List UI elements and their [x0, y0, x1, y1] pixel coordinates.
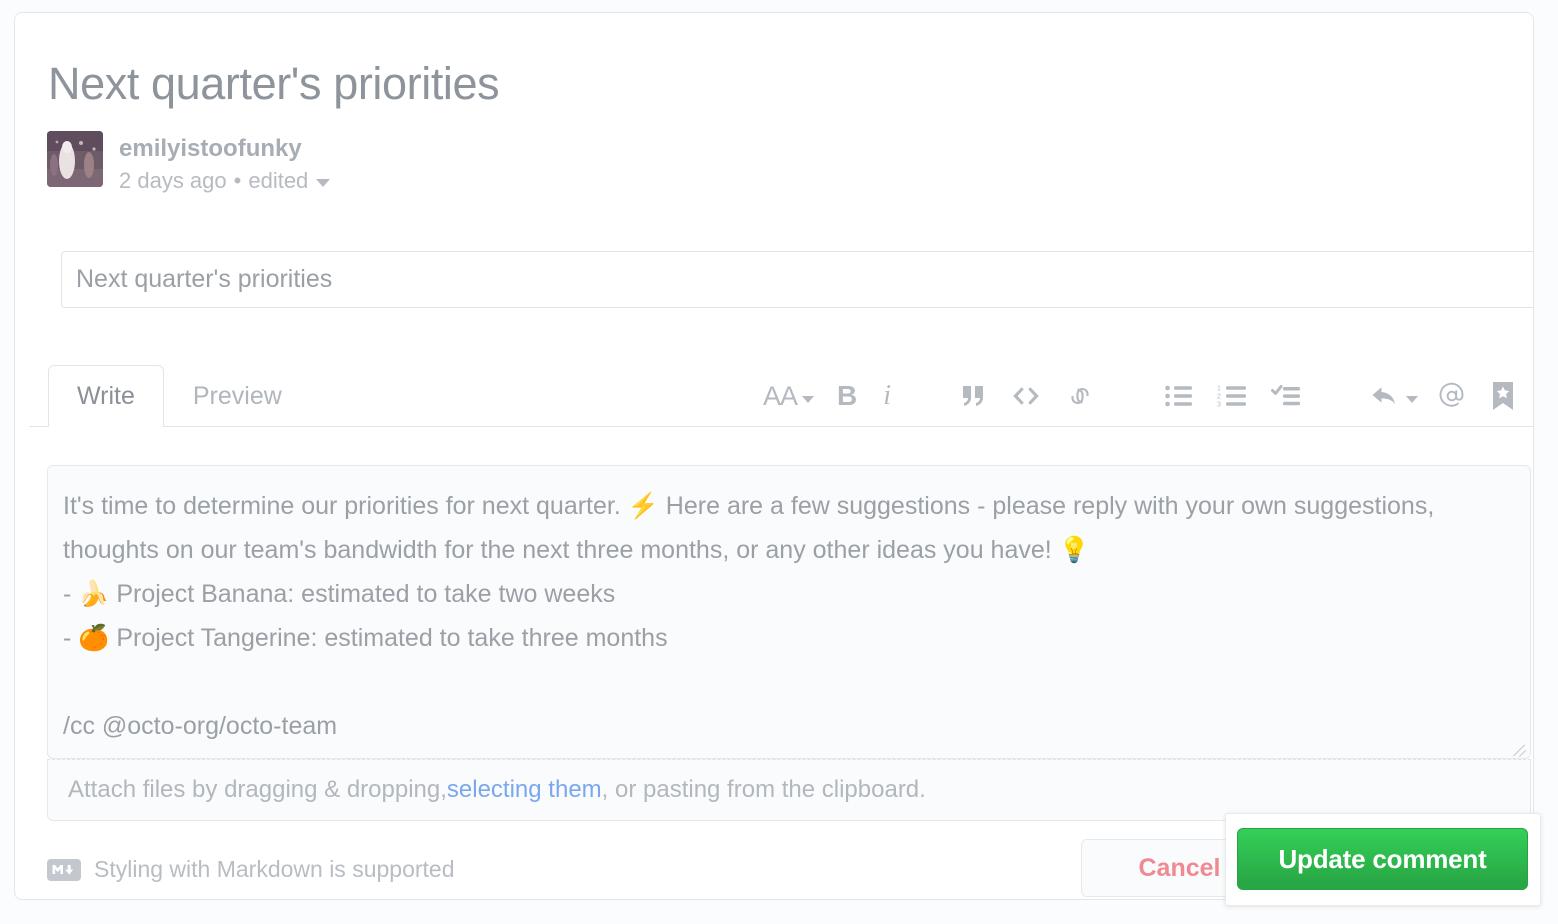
task-list-glyph — [1271, 385, 1300, 406]
italic-icon[interactable]: i — [871, 375, 903, 417]
markdown-note-text: Styling with Markdown is supported — [94, 856, 455, 882]
code-glyph — [1013, 387, 1039, 405]
markdown-glyph — [52, 865, 74, 875]
bold-icon[interactable]: B — [823, 375, 871, 417]
ordered-list-icon[interactable]: 1 2 3 — [1205, 375, 1259, 417]
chevron-down-icon — [801, 395, 814, 403]
editor-tabbar: Write Preview AA B i 1 2 3 — [29, 365, 1533, 428]
unordered-list-glyph — [1165, 385, 1192, 407]
toolbar-group-insert — [949, 375, 1107, 417]
comment-edit-card: Next quarter's priorities emilyistoofunk… — [14, 12, 1534, 900]
mention-icon[interactable] — [1425, 375, 1481, 417]
heading-icon-label: AA — [762, 380, 798, 411]
page-root: Next quarter's priorities emilyistoofunk… — [0, 0, 1558, 924]
comment-body-text: It's time to determine our priorities fo… — [63, 492, 1435, 740]
update-comment-button[interactable]: Update comment — [1237, 828, 1528, 890]
svg-text:1: 1 — [1217, 386, 1221, 393]
markdown-supported-note[interactable]: Styling with Markdown is supported — [47, 856, 455, 883]
heading-icon[interactable]: AA — [754, 375, 823, 417]
tab-write-label: Write — [77, 382, 135, 410]
reply-icon[interactable] — [1359, 375, 1425, 417]
comment-timestamp-row: 2 days ago • edited — [119, 166, 331, 196]
link-icon[interactable] — [1053, 375, 1107, 417]
saved-reply-glyph — [1493, 382, 1513, 410]
avatar[interactable] — [47, 131, 103, 187]
svg-text:2: 2 — [1217, 394, 1221, 401]
link-glyph — [1071, 388, 1089, 404]
toolbar-group-actions — [1359, 375, 1525, 417]
quote-icon[interactable] — [949, 375, 999, 417]
textarea-resize-handle[interactable] — [1509, 737, 1527, 755]
attach-prefix-text: Attach files by dragging & dropping, — [68, 776, 447, 803]
comment-timestamp[interactable]: 2 days ago — [119, 166, 227, 196]
chevron-down-icon[interactable] — [316, 179, 331, 188]
chevron-down-icon — [1406, 395, 1418, 403]
reply-glyph — [1372, 387, 1395, 404]
italic-icon-label: i — [883, 380, 891, 411]
edited-label[interactable]: edited — [248, 166, 308, 196]
timestamp-separator: • — [233, 168, 242, 194]
attach-files-bar[interactable]: Attach files by dragging & dropping, sel… — [47, 759, 1531, 821]
ordered-list-glyph: 1 2 3 — [1217, 386, 1246, 408]
author-name[interactable]: emilyistoofunky — [119, 133, 330, 164]
mention-glyph — [1439, 382, 1464, 407]
svg-text:3: 3 — [1217, 402, 1221, 408]
tab-write[interactable]: Write — [48, 365, 164, 428]
bold-icon-label: B — [836, 380, 858, 411]
tab-preview-label: Preview — [192, 382, 282, 410]
page-title: Next quarter's priorities — [48, 58, 500, 109]
saved-reply-icon[interactable] — [1481, 375, 1525, 417]
comment-author-row: emilyistoofunky 2 days ago • edited — [47, 131, 331, 196]
tab-preview[interactable]: Preview — [164, 365, 311, 427]
code-icon[interactable] — [999, 375, 1053, 417]
editor-tabs: Write Preview — [48, 365, 311, 428]
markdown-icon — [47, 858, 81, 881]
comment-body-textarea[interactable]: It's time to determine our priorities fo… — [47, 465, 1531, 759]
attach-suffix-text: , or pasting from the clipboard. — [601, 776, 926, 803]
toolbar-group-lists: 1 2 3 — [1153, 375, 1313, 417]
author-meta: emilyistoofunky 2 days ago • edited — [119, 131, 331, 196]
quote-glyph — [963, 386, 983, 406]
avatar-image — [47, 131, 103, 187]
select-files-link[interactable]: selecting them — [447, 776, 602, 804]
unordered-list-icon[interactable] — [1153, 375, 1205, 417]
markdown-toolbar: AA B i 1 2 3 — [754, 365, 1525, 427]
issue-title-input[interactable] — [61, 251, 1533, 308]
toolbar-group-text: AA B i — [754, 375, 903, 417]
task-list-icon[interactable] — [1259, 375, 1313, 417]
